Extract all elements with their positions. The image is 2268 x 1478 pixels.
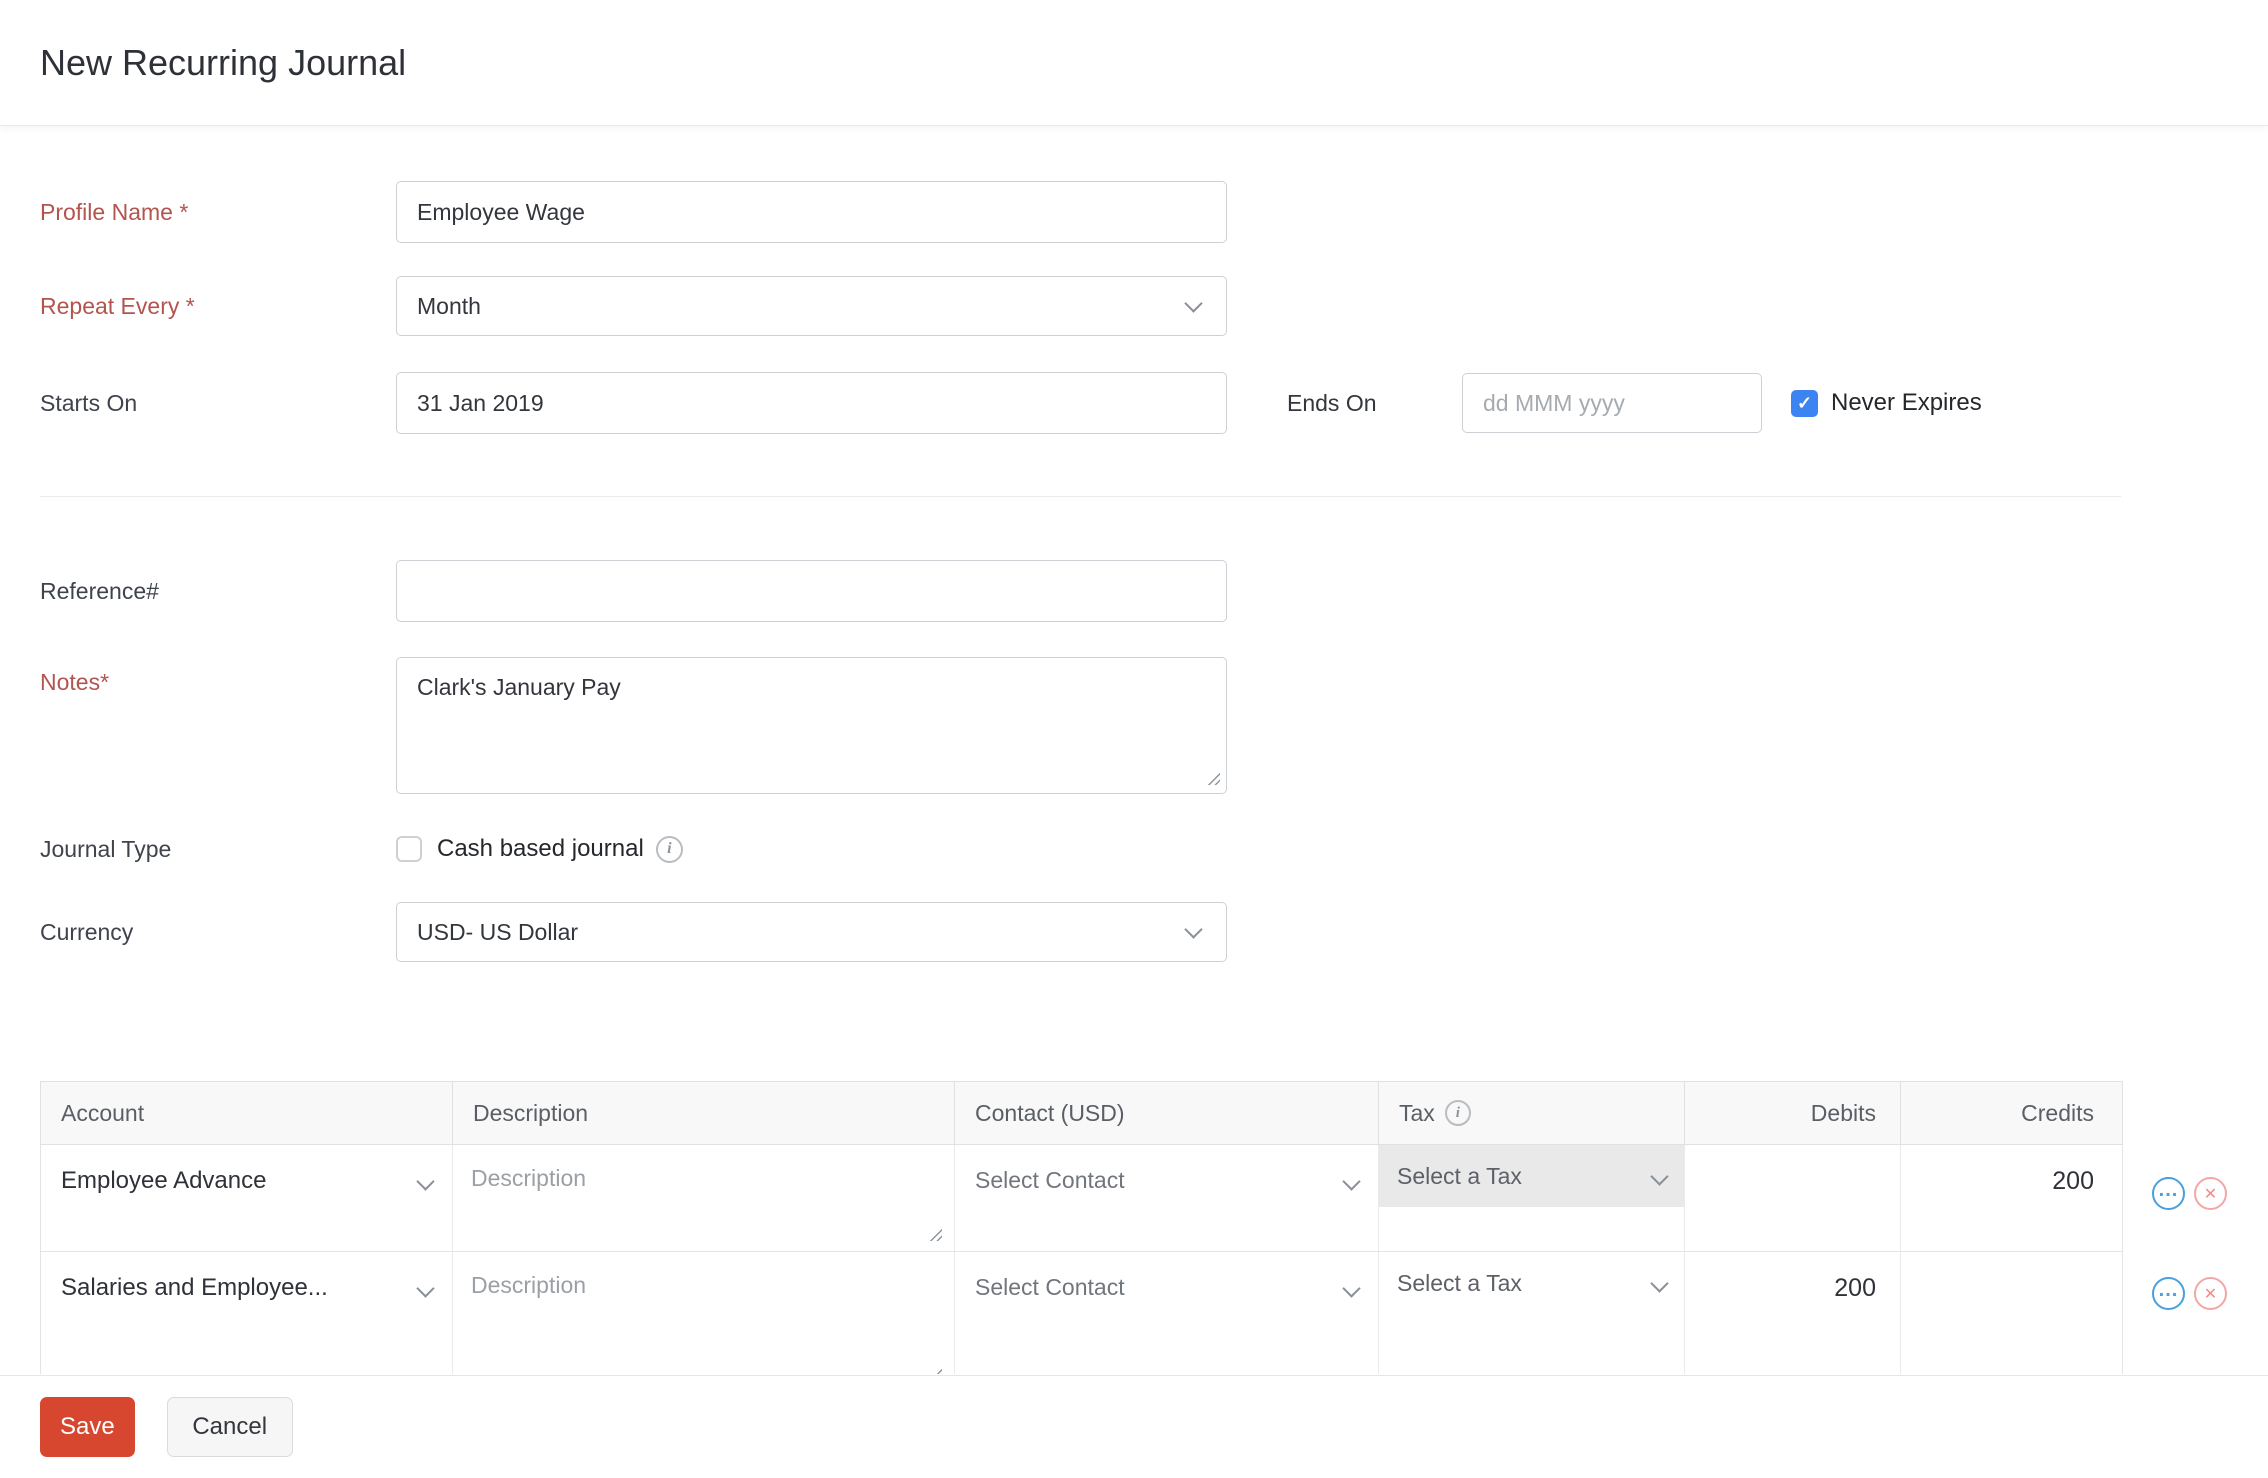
profile-name-row: Profile Name *	[40, 181, 2268, 243]
journal-line-row: Employee Advance Select Contact Select a…	[40, 1145, 2123, 1252]
tax-value: Select a Tax	[1397, 1269, 1522, 1296]
col-header-contact: Contact (USD)	[955, 1082, 1379, 1144]
description-cell	[453, 1145, 955, 1251]
reference-label: Reference#	[40, 577, 159, 604]
repeat-every-value: Month	[417, 292, 481, 319]
description-textarea[interactable]	[453, 1252, 954, 1374]
starts-on-label: Starts On	[40, 389, 138, 416]
account-value: Employee Advance	[61, 1167, 267, 1194]
notes-field-wrap: Clark's January Pay	[396, 657, 1227, 794]
cash-based-journal-label: Cash based journal	[437, 835, 644, 862]
tax-value: Select a Tax	[1397, 1162, 1522, 1189]
profile-name-input[interactable]	[396, 181, 1227, 243]
chevron-down-icon	[1342, 1279, 1361, 1298]
tax-select[interactable]: Select a Tax	[1379, 1145, 1684, 1207]
account-select[interactable]: Salaries and Employee...	[41, 1252, 453, 1374]
currency-label: Currency	[40, 918, 134, 945]
repeat-every-select[interactable]: Month	[396, 276, 1227, 336]
description-textarea[interactable]	[453, 1145, 954, 1251]
journal-line-row: Salaries and Employee... Select Contact …	[40, 1252, 2123, 1374]
section-divider	[40, 496, 2121, 497]
debits-input[interactable]: 200	[1685, 1252, 1901, 1374]
save-button[interactable]: Save	[40, 1397, 135, 1457]
page-header: New Recurring Journal	[0, 0, 2268, 126]
journal-lines-table: Account Description Contact (USD) Tax i …	[40, 1081, 2268, 1374]
col-header-tax: Tax i	[1379, 1082, 1685, 1144]
chevron-down-icon	[416, 1172, 435, 1191]
repeat-every-row: Repeat Every * Month	[40, 276, 2268, 336]
remove-row-icon[interactable]: ✕	[2194, 1277, 2227, 1310]
journal-type-row: Journal Type Cash based journal i	[40, 835, 2268, 863]
tax-info-icon[interactable]: i	[1444, 1100, 1471, 1126]
credits-input[interactable]	[1901, 1252, 2118, 1374]
account-select[interactable]: Employee Advance	[41, 1145, 453, 1251]
remove-row-icon[interactable]: ✕	[2194, 1177, 2227, 1210]
form-footer: Save Cancel	[0, 1375, 2268, 1478]
currency-value: USD- US Dollar	[417, 918, 579, 945]
checkmark-icon: ✓	[1796, 392, 1813, 413]
journal-type-label: Journal Type	[40, 835, 172, 862]
more-options-icon[interactable]: ...	[2152, 1177, 2185, 1210]
tax-cell: Select a Tax	[1379, 1145, 1685, 1251]
page-title: New Recurring Journal	[40, 41, 407, 83]
account-value: Salaries and Employee...	[61, 1274, 328, 1301]
more-options-icon[interactable]: ...	[2152, 1277, 2185, 1310]
currency-select[interactable]: USD- US Dollar	[396, 902, 1227, 962]
chevron-down-icon	[416, 1279, 435, 1298]
tax-header-label: Tax	[1399, 1099, 1435, 1126]
col-header-account: Account	[41, 1082, 453, 1144]
description-cell	[453, 1252, 955, 1374]
ends-on-label: Ends On	[1287, 389, 1377, 416]
row-actions: ... ✕	[2152, 1177, 2227, 1210]
reference-input[interactable]	[396, 560, 1227, 622]
chevron-down-icon	[1184, 294, 1203, 313]
chevron-down-icon	[1650, 1273, 1669, 1293]
info-icon[interactable]: i	[655, 835, 683, 863]
row-actions: ... ✕	[2152, 1277, 2227, 1310]
info-glyph: i	[667, 840, 672, 857]
starts-on-row: Starts On Ends On ✓ Never Expires	[40, 372, 2268, 434]
currency-row: Currency USD- US Dollar	[40, 902, 2268, 962]
info-glyph: i	[1455, 1104, 1460, 1121]
notes-row: Notes* Clark's January Pay	[40, 657, 2268, 794]
col-header-credits: Credits	[2021, 1099, 2094, 1126]
col-header-description: Description	[453, 1082, 955, 1144]
tax-cell: Select a Tax	[1379, 1252, 1685, 1374]
credits-input[interactable]: 200	[1901, 1145, 2118, 1251]
chevron-down-icon	[1650, 1166, 1669, 1186]
reference-row: Reference#	[40, 560, 2268, 622]
repeat-every-label: Repeat Every *	[40, 292, 195, 319]
col-header-debits: Debits	[1685, 1082, 1901, 1144]
contact-select[interactable]: Select Contact	[955, 1145, 1379, 1251]
notes-label: Notes*	[40, 669, 110, 695]
recurring-journal-form: Profile Name * Repeat Every * Month Star…	[0, 181, 2268, 962]
table-header-row: Account Description Contact (USD) Tax i …	[40, 1081, 2123, 1145]
contact-select[interactable]: Select Contact	[955, 1252, 1379, 1374]
contact-value: Select Contact	[975, 1167, 1125, 1193]
chevron-down-icon	[1184, 920, 1203, 939]
chevron-down-icon	[1342, 1172, 1361, 1191]
contact-value: Select Contact	[975, 1274, 1125, 1300]
notes-textarea[interactable]: Clark's January Pay	[396, 657, 1227, 794]
starts-on-input[interactable]	[396, 372, 1227, 434]
cancel-button[interactable]: Cancel	[166, 1397, 293, 1457]
ends-on-input[interactable]	[1462, 373, 1762, 433]
never-expires-checkbox[interactable]: ✓	[1791, 389, 1818, 417]
debits-input[interactable]	[1685, 1145, 1901, 1251]
never-expires-label: Never Expires	[1831, 389, 1982, 416]
tax-select[interactable]: Select a Tax	[1379, 1252, 1684, 1314]
profile-name-label: Profile Name *	[40, 198, 189, 225]
cash-based-journal-checkbox[interactable]	[396, 836, 422, 862]
